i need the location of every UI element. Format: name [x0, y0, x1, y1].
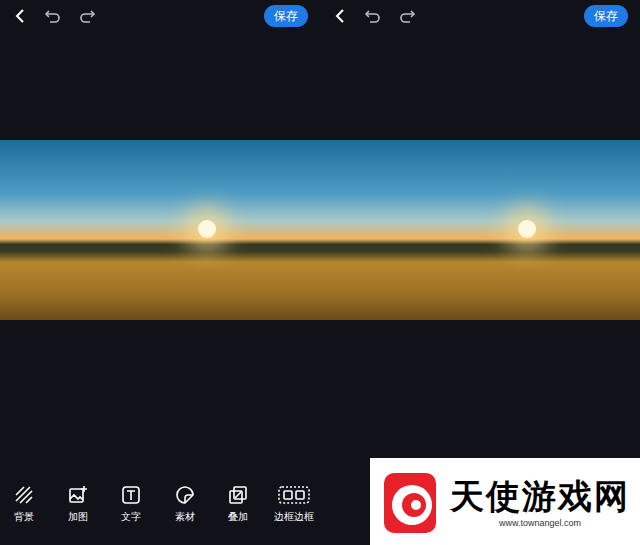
site-name: 天使游戏网: [450, 475, 630, 517]
back-icon[interactable]: [332, 8, 348, 24]
tool-button[interactable]: 边框边框: [274, 485, 314, 523]
tool-button[interactable]: 文字: [113, 485, 149, 523]
tool-button[interactable]: 加图: [60, 485, 96, 523]
toolbar: 背景 加图 文字 素材 叠加 边框边框: [0, 485, 320, 545]
photo: [320, 140, 640, 320]
overlay-icon: [228, 485, 248, 505]
watermark-text: 天使游戏网www.townangel.com: [450, 475, 630, 529]
back-icon[interactable]: [12, 8, 28, 24]
canvas-spacer: [0, 320, 320, 485]
tool-label: 背景: [14, 511, 34, 523]
tool-label: 文字: [121, 511, 141, 523]
photo: [0, 140, 320, 320]
frame-icon: [278, 485, 310, 505]
tool-button[interactable]: 素材: [167, 485, 203, 523]
sticker-icon: [175, 485, 195, 505]
background-icon: [14, 485, 34, 505]
text-icon: [121, 485, 141, 505]
canvas-spacer: [0, 32, 320, 140]
undo-icon[interactable]: [364, 8, 382, 24]
sun: [198, 220, 216, 238]
redo-icon[interactable]: [398, 8, 416, 24]
top-bar: 保存: [320, 0, 640, 32]
undo-icon[interactable]: [44, 8, 62, 24]
tool-button[interactable]: 背景: [6, 485, 42, 523]
editor-panel: 保存背景 加图 文字 素材 叠加 边框边框: [0, 0, 320, 545]
canvas-spacer: [320, 32, 640, 140]
redo-icon[interactable]: [78, 8, 96, 24]
tool-label: 加图: [68, 511, 88, 523]
save-button[interactable]: 保存: [584, 5, 628, 27]
save-button[interactable]: 保存: [264, 5, 308, 27]
tool-label: 边框边框: [274, 511, 314, 523]
watermark: 天使游戏网www.townangel.com: [370, 458, 640, 545]
sun: [518, 220, 536, 238]
tool-label: 素材: [175, 511, 195, 523]
logo-icon: [378, 467, 442, 537]
top-bar: 保存: [0, 0, 320, 32]
site-url: www.townangel.com: [499, 517, 581, 529]
add-image-icon: [68, 485, 88, 505]
tool-label: 叠加: [228, 511, 248, 523]
tool-button[interactable]: 叠加: [220, 485, 256, 523]
